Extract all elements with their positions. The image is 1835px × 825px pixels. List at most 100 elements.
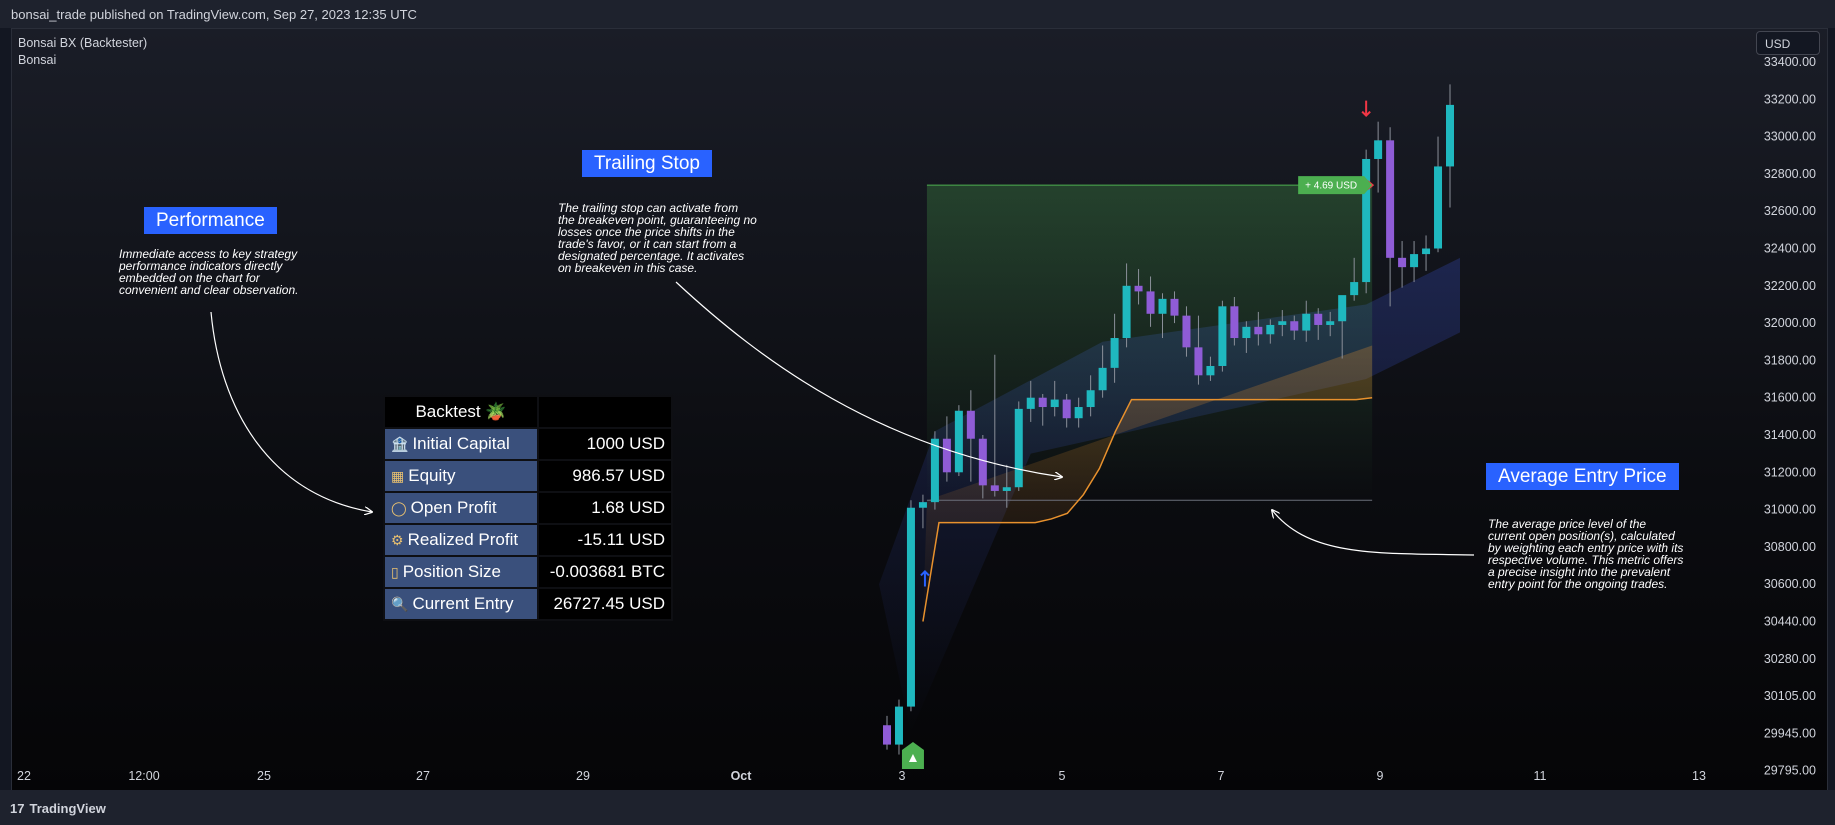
arrow-down-icon <box>1361 100 1371 118</box>
arrow-avg-entry <box>1272 510 1475 556</box>
price-tick-label: 33400.00 <box>1764 55 1816 69</box>
bank-icon: 🏦 <box>391 436 409 452</box>
candle-body <box>1254 326 1263 335</box>
candle-body <box>1242 326 1251 339</box>
avg-entry-description: The average price level of the current o… <box>1488 518 1683 590</box>
candle-body <box>1122 285 1131 339</box>
take-profit-label: + 4.69 USD <box>1298 176 1373 195</box>
table-row: 🏦 Initial Capital 1000 USD <box>385 429 671 459</box>
backtest-header-blank <box>539 397 671 427</box>
candle-body <box>1410 254 1419 268</box>
magnifier-icon: 🔍 <box>391 596 409 612</box>
price-tick-label: 32600.00 <box>1764 204 1816 218</box>
price-tick-label: 31600.00 <box>1764 391 1816 405</box>
candle-body <box>883 725 891 745</box>
candle-body <box>1086 390 1095 408</box>
candle-body <box>930 438 939 503</box>
candle-body <box>1014 408 1023 488</box>
candle-body <box>942 438 951 473</box>
time-axis[interactable]: 22 12:00 25 27 29 Oct 3 5 7 9 11 13 <box>17 769 1706 783</box>
candle-body <box>1314 313 1323 325</box>
price-tick-label: 32800.00 <box>1764 167 1816 181</box>
circle-icon: ◯ <box>391 500 407 516</box>
candle-body <box>1230 306 1239 339</box>
zone-fills <box>879 185 1460 733</box>
tv-logo-text: TradingView <box>29 801 106 816</box>
candle-body <box>1218 306 1227 366</box>
price-chart[interactable]: 33400.00 33200.00 33000.00 32800.00 32600.00… <box>0 0 1835 790</box>
candle-body <box>1434 166 1443 249</box>
arrow-performance <box>210 311 372 512</box>
candle-body <box>966 410 975 439</box>
backtest-header-row: Backtest 🪴 <box>385 397 671 427</box>
row-label-cell: 🏦 Initial Capital <box>385 429 537 459</box>
time-tick-label: 12:00 <box>128 769 159 783</box>
time-tick-label: 22 <box>17 769 31 783</box>
candle-body <box>1062 399 1071 419</box>
price-tick-label: 30440.00 <box>1764 615 1816 629</box>
row-label-cell: 🔍 Current Entry <box>385 589 537 619</box>
candle-body <box>1422 248 1431 255</box>
performance-title: Performance <box>144 207 277 234</box>
candle-body <box>1326 321 1335 325</box>
price-tick-label: 30600.00 <box>1764 577 1816 591</box>
performance-line: convenient and clear observation. <box>119 283 299 297</box>
row-value: -15.11 USD <box>539 525 671 555</box>
candle-body <box>1074 407 1083 419</box>
time-tick-label: 5 <box>1059 769 1066 783</box>
price-tick-label: 32200.00 <box>1764 279 1816 293</box>
footer-bar <box>0 790 1835 825</box>
row-value: 986.57 USD <box>539 461 671 491</box>
row-value: 1.68 USD <box>539 493 671 523</box>
candle-body <box>1290 321 1299 331</box>
row-value: 26727.45 USD <box>539 589 671 619</box>
time-tick-label: 3 <box>899 769 906 783</box>
candle-body <box>1446 104 1454 167</box>
price-tick-label: 31000.00 <box>1764 503 1816 517</box>
gear-icon: ⚙ <box>391 532 404 548</box>
trailing-stop-description: The trailing stop can activate from the … <box>558 202 757 274</box>
price-tick-label: 29795.00 <box>1764 764 1816 778</box>
candle-body <box>1302 313 1311 331</box>
time-tick-label: 11 <box>1534 769 1547 783</box>
candle-body <box>1338 295 1347 322</box>
candle-body <box>1206 365 1215 376</box>
candle-body <box>1350 282 1359 296</box>
candle-body <box>894 706 903 745</box>
row-label-cell: ⚙ Realized Profit <box>385 525 537 555</box>
price-tick-label: 31800.00 <box>1764 353 1816 367</box>
row-label: Realized Profit <box>407 530 519 549</box>
backtest-table: Backtest 🪴 🏦 Initial Capital 1000 USD ▦ Eq… <box>383 395 673 621</box>
time-tick-label: Oct <box>731 769 753 783</box>
price-tick-label: 30800.00 <box>1764 540 1816 554</box>
candle-body <box>1194 347 1203 376</box>
row-value: -0.003681 BTC <box>539 557 671 587</box>
row-value: 1000 USD <box>539 429 671 459</box>
price-tick-label: 33200.00 <box>1764 92 1816 106</box>
price-tick-label: 32400.00 <box>1764 242 1816 256</box>
row-label: Open Profit <box>410 498 497 517</box>
take-profit-text: + 4.69 USD <box>1305 181 1357 192</box>
tradingview-logo[interactable]: 17 TradingView <box>10 801 106 816</box>
time-tick-label: 25 <box>257 769 271 783</box>
price-tick-label: 33000.00 <box>1764 130 1816 144</box>
tv-logo-icon: 17 <box>10 801 25 816</box>
table-row: ▦ Equity 986.57 USD <box>385 461 671 491</box>
row-label: Equity <box>408 466 456 485</box>
candle-body <box>1134 285 1143 292</box>
time-tick-label: 27 <box>416 769 430 783</box>
table-row: ⚙ Realized Profit -15.11 USD <box>385 525 671 555</box>
candle-body <box>1182 315 1191 348</box>
price-tick-label: 30105.00 <box>1764 689 1816 703</box>
table-row: ◯ Open Profit 1.68 USD <box>385 493 671 523</box>
time-tick-label: 7 <box>1218 769 1225 783</box>
candle-body <box>978 438 987 486</box>
candle-body <box>1374 140 1383 159</box>
row-label: Current Entry <box>412 594 514 613</box>
table-row: ▯ Position Size -0.003681 BTC <box>385 557 671 587</box>
row-label: Initial Capital <box>412 434 510 453</box>
row-label-cell: ▦ Equity <box>385 461 537 491</box>
candle-body <box>1146 291 1155 314</box>
price-axis[interactable]: 33400.00 33200.00 33000.00 32800.00 32600.00… <box>1764 55 1816 778</box>
candle-body <box>1026 397 1035 409</box>
